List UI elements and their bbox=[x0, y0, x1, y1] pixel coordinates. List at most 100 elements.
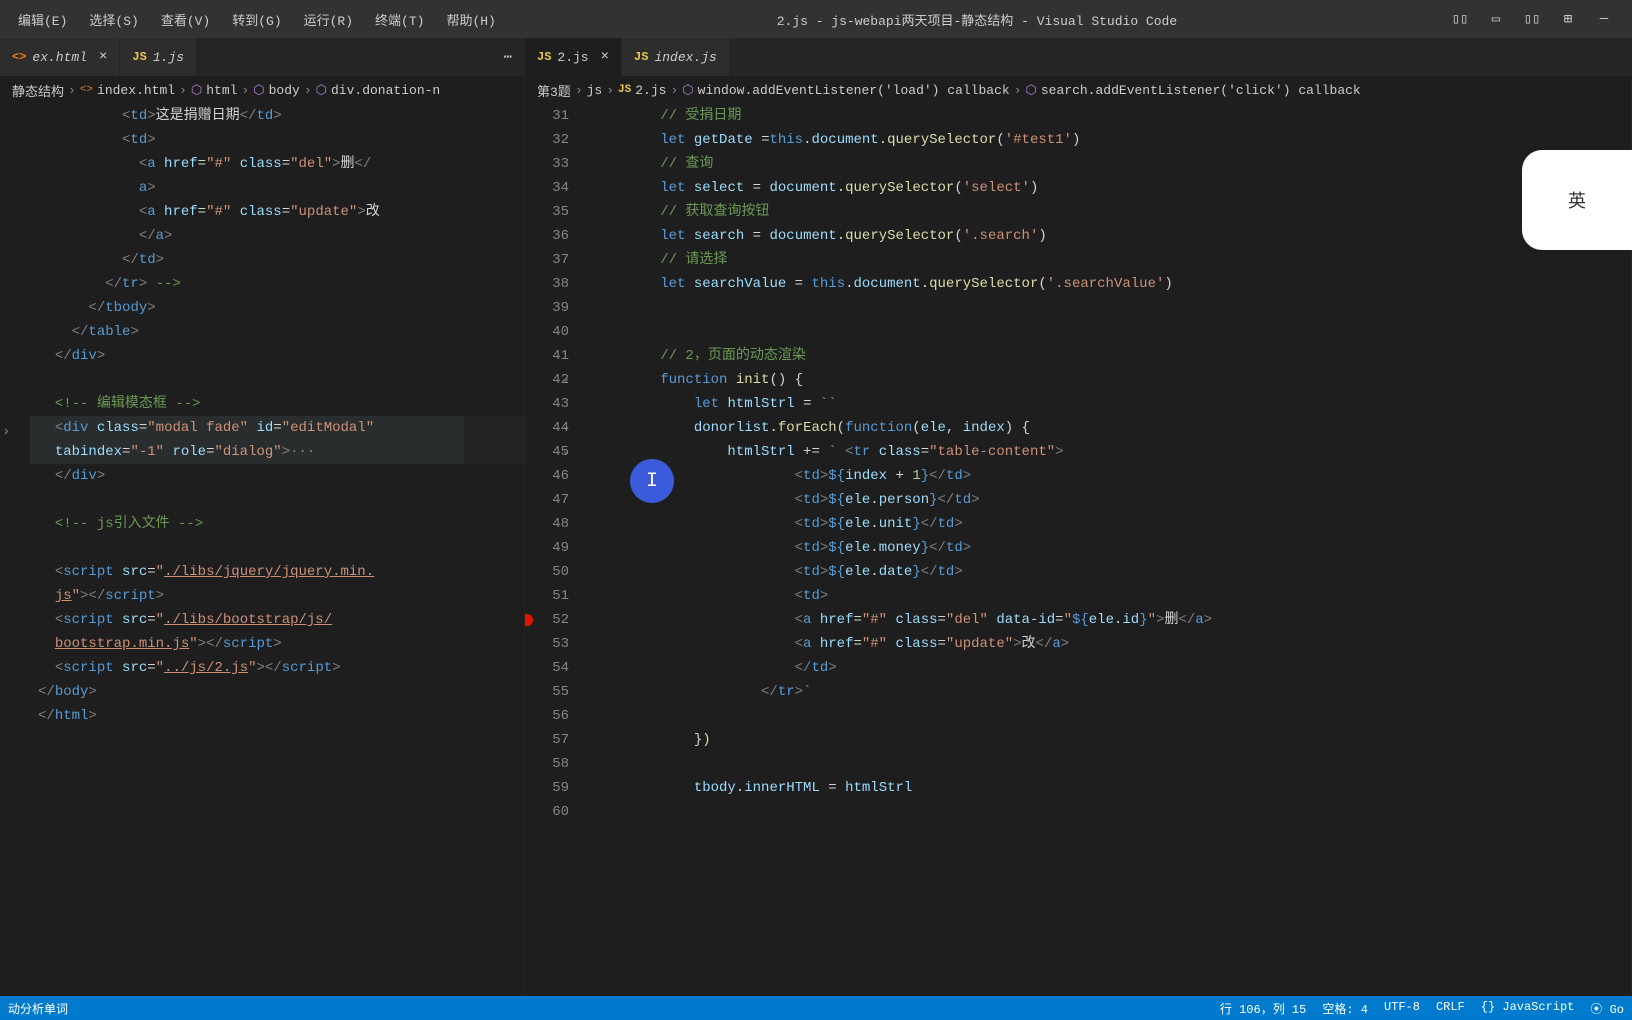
breakpoint-icon[interactable] bbox=[525, 614, 533, 626]
code-line[interactable]: js"></script> bbox=[30, 584, 524, 608]
menu-item[interactable]: 选择(S) bbox=[79, 6, 148, 33]
code-line[interactable]: <a href="#" class="del">删</ bbox=[30, 152, 524, 176]
code-line[interactable]: <script src="./libs/jquery/jquery.min. bbox=[30, 560, 524, 584]
tab[interactable]: <>ex.html× bbox=[0, 38, 120, 76]
code-line[interactable]: // 查询 bbox=[585, 152, 1631, 176]
panel-left-icon[interactable]: ▯▯ bbox=[1448, 7, 1472, 31]
menu-item[interactable]: 运行(R) bbox=[294, 6, 363, 33]
close-icon[interactable]: × bbox=[601, 49, 609, 65]
code-line[interactable] bbox=[585, 320, 1631, 344]
tab-overflow-icon[interactable]: ⋯ bbox=[492, 49, 524, 66]
status-spaces[interactable]: 空格: 4 bbox=[1322, 1000, 1368, 1017]
tab[interactable]: JSindex.js bbox=[622, 38, 730, 76]
tab[interactable]: JS1.js bbox=[120, 38, 197, 76]
breadcrumb-item[interactable]: 静态结构 bbox=[12, 81, 64, 100]
code-line[interactable]: </body> bbox=[30, 680, 524, 704]
code-line[interactable]: <td> bbox=[30, 128, 524, 152]
code-line[interactable]: </tr> --> bbox=[30, 272, 524, 296]
code-line[interactable]: htmlStrl += ` <tr class="table-content"> bbox=[585, 440, 1631, 464]
code-line[interactable]: <script src="./libs/bootstrap/js/ bbox=[30, 608, 524, 632]
fold-chevron-icon[interactable]: ⌄ bbox=[563, 416, 569, 440]
code-line[interactable]: <td>${ele.person}</td> bbox=[585, 488, 1631, 512]
code-line[interactable] bbox=[585, 752, 1631, 776]
panel-bottom-icon[interactable]: ▭ bbox=[1484, 7, 1508, 31]
code-line[interactable]: </tr>` bbox=[585, 680, 1631, 704]
breadcrumb-item[interactable]: ⬡search.addEventListener('click') callba… bbox=[1026, 83, 1361, 98]
code-area-left[interactable]: › <td>这是捐赠日期</td> <td> <a href="#" class… bbox=[0, 104, 524, 996]
fold-chevron-icon[interactable]: ⌄ bbox=[563, 368, 569, 392]
breadcrumb-item[interactable]: JS2.js bbox=[618, 83, 666, 98]
code-line[interactable]: let search = document.querySelector('.se… bbox=[585, 224, 1631, 248]
code-line[interactable]: let htmlStrl = `` bbox=[585, 392, 1631, 416]
code-line[interactable]: <td>这是捐赠日期</td> bbox=[30, 104, 524, 128]
menu-item[interactable]: 查看(V) bbox=[151, 6, 220, 33]
panel-right-icon[interactable]: ▯▯ bbox=[1520, 7, 1544, 31]
minimap-left[interactable] bbox=[464, 104, 524, 996]
code-line[interactable]: </tbody> bbox=[30, 296, 524, 320]
code-line[interactable]: <script src="../js/2.js"></script> bbox=[30, 656, 524, 680]
breadcrumbs-right[interactable]: 第3题›js›JS2.js›⬡window.addEventListener('… bbox=[525, 76, 1631, 104]
breadcrumbs-left[interactable]: 静态结构›<>index.html›⬡html›⬡body›⬡div.donat… bbox=[0, 76, 524, 104]
fold-chevron-icon[interactable]: ⌄ bbox=[563, 440, 569, 464]
code-line[interactable]: <td>${index + 1}</td> bbox=[585, 464, 1631, 488]
code-line[interactable]: let searchValue = this.document.querySel… bbox=[585, 272, 1631, 296]
code-line[interactable] bbox=[585, 704, 1631, 728]
status-language[interactable]: {} JavaScript bbox=[1481, 1000, 1575, 1017]
code-line[interactable]: a> bbox=[30, 176, 524, 200]
code-line[interactable]: let select = document.querySelector('sel… bbox=[585, 176, 1631, 200]
code-line[interactable]: }) bbox=[585, 728, 1631, 752]
code-line[interactable]: </div> bbox=[30, 464, 524, 488]
code-line[interactable]: <!-- 编辑模态框 --> bbox=[30, 392, 524, 416]
status-left-text[interactable]: 动分析单词 bbox=[8, 1000, 68, 1017]
breadcrumb-item[interactable]: ⬡window.addEventListener('load') callbac… bbox=[682, 83, 1009, 98]
code-line[interactable]: tabindex="-1" role="dialog">··· bbox=[30, 440, 524, 464]
menu-item[interactable]: 转到(G) bbox=[222, 6, 291, 33]
status-golive[interactable]: ⦿ Go bbox=[1590, 1000, 1624, 1017]
code-line[interactable]: // 受捐日期 bbox=[585, 104, 1631, 128]
code-line[interactable]: <td>${ele.money}</td> bbox=[585, 536, 1631, 560]
code-line[interactable]: </a> bbox=[30, 224, 524, 248]
code-line[interactable] bbox=[585, 800, 1631, 824]
menu-item[interactable]: 帮助(H) bbox=[436, 6, 505, 33]
breadcrumb-item[interactable]: ⬡body bbox=[253, 83, 300, 98]
menu-item[interactable]: 终端(T) bbox=[365, 6, 434, 33]
code-line[interactable]: // 请选择 bbox=[585, 248, 1631, 272]
code-line[interactable]: </td> bbox=[585, 656, 1631, 680]
code-line[interactable]: <td>${ele.unit}</td> bbox=[585, 512, 1631, 536]
code-line[interactable]: <td>${ele.date}</td> bbox=[585, 560, 1631, 584]
code-line[interactable]: </html> bbox=[30, 704, 524, 728]
code-line[interactable]: <a href="#" class="update">改</a> bbox=[585, 632, 1631, 656]
breadcrumb-item[interactable]: <>index.html bbox=[80, 83, 175, 98]
breadcrumb-item[interactable]: 第3题 bbox=[537, 81, 571, 100]
status-encoding[interactable]: UTF-8 bbox=[1384, 1000, 1420, 1017]
code-line[interactable]: <a href="#" class="del" data-id="${ele.i… bbox=[585, 608, 1631, 632]
code-line[interactable]: // 2，页面的动态渲染 bbox=[585, 344, 1631, 368]
code-line[interactable]: <div class="modal fade" id="editModal" bbox=[30, 416, 524, 440]
breadcrumb-item[interactable]: ⬡div.donation-n bbox=[316, 83, 441, 98]
code-line[interactable]: </td> bbox=[30, 248, 524, 272]
code-line[interactable]: </div> bbox=[30, 344, 524, 368]
code-area-right[interactable]: 313233343536373839404142⌄4344⌄45⌄4647484… bbox=[525, 104, 1631, 996]
code-line[interactable]: let getDate =this.document.querySelector… bbox=[585, 128, 1631, 152]
code-line[interactable]: tbody.innerHTML = htmlStrl bbox=[585, 776, 1631, 800]
code-line[interactable] bbox=[30, 488, 524, 512]
tab[interactable]: JS2.js× bbox=[525, 38, 622, 76]
code-line[interactable]: bootstrap.min.js"></script> bbox=[30, 632, 524, 656]
code-line[interactable]: donorlist.forEach(function(ele, index) { bbox=[585, 416, 1631, 440]
status-cursor-pos[interactable]: 行 106，列 15 bbox=[1220, 1000, 1306, 1017]
code-line[interactable] bbox=[585, 296, 1631, 320]
layout-icon[interactable]: ⊞ bbox=[1556, 7, 1580, 31]
code-line[interactable]: // 获取查询按钮 bbox=[585, 200, 1631, 224]
status-eol[interactable]: CRLF bbox=[1436, 1000, 1465, 1017]
breadcrumb-item[interactable]: js bbox=[587, 83, 603, 98]
code-line[interactable]: <a href="#" class="update">改 bbox=[30, 200, 524, 224]
code-line[interactable] bbox=[30, 368, 524, 392]
code-line[interactable]: </table> bbox=[30, 320, 524, 344]
menu-item[interactable]: 编辑(E) bbox=[8, 6, 77, 33]
close-icon[interactable]: × bbox=[99, 49, 107, 65]
code-line[interactable]: <td> bbox=[585, 584, 1631, 608]
breadcrumb-item[interactable]: ⬡html bbox=[191, 83, 238, 98]
code-line[interactable]: <!-- js引入文件 --> bbox=[30, 512, 524, 536]
code-line[interactable]: function init() { bbox=[585, 368, 1631, 392]
minimize-icon[interactable]: — bbox=[1592, 7, 1616, 31]
